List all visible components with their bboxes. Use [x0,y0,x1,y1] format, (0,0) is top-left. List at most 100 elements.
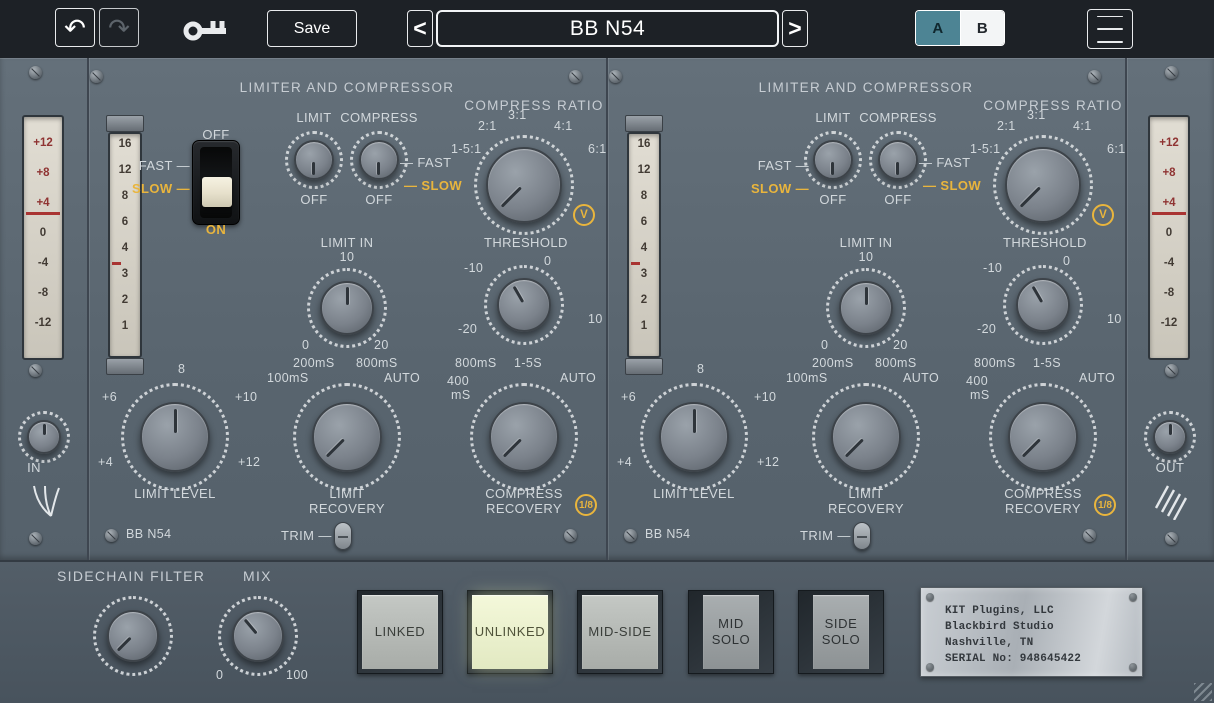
limit-recovery-knob[interactable] [831,402,901,472]
sidechain-filter-knob[interactable] [107,610,159,662]
meter-scale-label: 4 [110,241,140,255]
output-section: +12 +8 +4 0 -4 -8 -12 OUT [1126,58,1214,560]
scale-label: 400 [966,374,988,388]
scale-label: 400 [447,374,469,388]
save-button[interactable]: Save [267,10,357,47]
limit-label: LIMIT [803,110,863,125]
meter-scale-label: 2 [629,293,659,307]
screw [1165,66,1178,79]
trim-slider[interactable] [853,522,871,550]
mid-solo-button[interactable]: MID SOLO [703,595,759,669]
limit-recovery-title: LIMIT [806,486,926,501]
preset-name-field[interactable]: BB N54 [436,10,779,47]
screw [624,529,637,542]
trim-slider[interactable] [334,522,352,550]
unlinked-button[interactable]: UNLINKED [472,595,548,669]
power-toggle[interactable] [192,140,240,225]
compress-recovery-knob[interactable] [1008,402,1078,472]
prev-preset-button[interactable]: < [407,10,433,47]
v-badge-button[interactable]: V [1092,204,1114,226]
meter-scale-label: 16 [110,137,140,151]
menu-button[interactable] [1087,9,1133,49]
screw [90,70,103,83]
screw [609,70,622,83]
panel-divider [606,58,608,560]
limit-off-label: OFF [803,192,863,207]
mix-knob[interactable] [232,610,284,662]
limit-recovery-title: RECOVERY [806,501,926,516]
input-trim-knob[interactable] [27,420,61,454]
scale-label: -10 [983,261,1002,275]
limit-switch-knob[interactable] [813,140,853,180]
limit-level-knob[interactable] [140,402,210,472]
compress-ratio-knob[interactable] [1005,147,1081,223]
hamburger-icon [1097,41,1123,43]
scale-label: 10 [588,312,603,326]
output-trim-knob[interactable] [1153,420,1187,454]
ab-toggle-b[interactable]: B [960,11,1005,45]
compress-switch-knob[interactable] [878,140,918,180]
compress-switch-knob[interactable] [359,140,399,180]
meter-needle [26,212,60,215]
meter-scale-label: +8 [24,166,62,180]
limit-in-knob[interactable] [839,281,893,335]
compress-ratio-knob[interactable] [486,147,562,223]
side-solo-button[interactable]: SIDE SOLO [813,595,869,669]
chevron-left-icon: < [413,15,426,42]
meter-needle [112,262,121,265]
meter-cap [625,115,663,132]
resize-grip-icon[interactable] [1194,683,1212,701]
chevron-right-icon: > [788,15,801,42]
threshold-knob[interactable] [497,278,551,332]
button-bezel: MID-SIDE [577,590,663,674]
meter-scale-label: 16 [629,137,659,151]
undo-button[interactable]: ↶ [55,8,95,47]
ab-compare-toggle: A B [915,10,1005,46]
meter-cap [625,358,663,375]
next-preset-button[interactable]: > [782,10,808,47]
panel-divider [87,58,89,560]
plate-line: SERIAL No: 948645422 [945,651,1142,667]
plate-line: Blackbird Studio [945,619,1142,635]
redo-icon: ↷ [108,15,130,41]
preset-name: BB N54 [570,17,645,41]
limit-in-title: LIMIT IN [826,235,906,250]
v-badge-button[interactable]: V [573,204,595,226]
limit-recovery-title: RECOVERY [287,501,407,516]
limit-switch-knob[interactable] [294,140,334,180]
fast-label: FAST — [118,158,190,173]
scribble-icon [26,484,64,520]
limit-recovery-title: LIMIT [287,486,407,501]
mid-side-button[interactable]: MID-SIDE [582,595,658,669]
bottom-strip: SIDECHAIN FILTER MIX 0 100 LINKED UNLINK… [0,560,1214,703]
screw [564,529,577,542]
screw [29,66,42,79]
compress-recovery-knob[interactable] [489,402,559,472]
eighth-badge-button[interactable]: 1/8 [575,494,597,516]
scale-label: AUTO [384,371,420,385]
fast-label: — FAST [400,155,452,170]
meter-scale-label: +4 [1150,196,1188,210]
channel-model-label: BB N54 [645,527,690,541]
linked-button[interactable]: LINKED [362,595,438,669]
gr-meter: 16 12 8 6 4 3 2 1 [627,132,661,358]
scale-label: -20 [458,322,477,336]
scale-label: 10 [333,250,361,264]
threshold-knob[interactable] [1016,278,1070,332]
key-icon[interactable] [183,15,229,43]
slow-label: SLOW — [110,181,190,196]
redo-button[interactable]: ↷ [99,8,139,47]
limit-level-knob[interactable] [659,402,729,472]
limit-in-knob[interactable] [320,281,374,335]
ab-toggle-a[interactable]: A [916,11,960,45]
compress-recovery-title: RECOVERY [454,501,594,516]
scale-label: 10 [1107,312,1122,326]
scale-label: 100 [286,668,308,682]
scale-label: 1-5S [514,356,542,370]
compress-recovery-title: COMPRESS [454,486,594,501]
eighth-badge-button[interactable]: 1/8 [1094,494,1116,516]
ratio-scale-label: 6:1 [1107,142,1126,156]
scale-label: AUTO [560,371,596,385]
limit-recovery-knob[interactable] [312,402,382,472]
meter-needle [1152,212,1186,215]
